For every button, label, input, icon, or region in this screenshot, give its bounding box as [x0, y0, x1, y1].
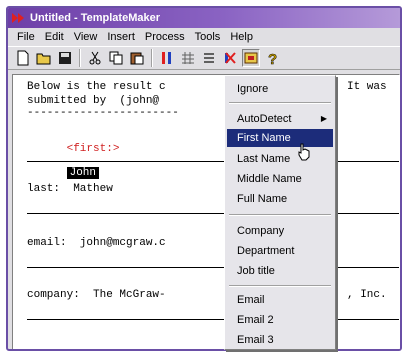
menu-view[interactable]: View — [69, 28, 103, 46]
document-editor[interactable]: Below is the result c It was submitted b… — [12, 74, 400, 349]
save-icon[interactable] — [56, 49, 74, 67]
menu-separator — [229, 102, 331, 104]
menu-edit[interactable]: Edit — [40, 28, 69, 46]
app-window: Untitled - TemplateMaker File Edit View … — [6, 6, 402, 351]
submenu-arrow-icon: ▶ — [320, 114, 327, 123]
menu-item-company[interactable]: Company — [227, 222, 333, 240]
menu-item-last-name[interactable]: Last Name — [227, 150, 333, 168]
menu-item-job-title[interactable]: Job title — [227, 262, 333, 280]
email-field-line: email: john@mcgraw.c — [27, 237, 166, 249]
menu-item-email[interactable]: Email — [227, 291, 333, 309]
company-field-line: company: The McGraw- — [27, 289, 166, 301]
paste-icon[interactable] — [128, 49, 146, 67]
document-line: It was — [347, 81, 387, 93]
menu-item-department[interactable]: Department — [227, 242, 333, 260]
menu-item-autodetect-label: AutoDetect — [237, 113, 292, 125]
separator-line — [27, 319, 399, 320]
menu-insert[interactable]: Insert — [102, 28, 140, 46]
menu-item-ignore[interactable]: Ignore — [227, 80, 333, 98]
field-context-menu: Ignore AutoDetect ▶ First Name Last Name… — [224, 75, 336, 350]
dashed-rule: ----------------------- — [27, 107, 179, 119]
cut-icon[interactable] — [86, 49, 104, 67]
menu-item-email-2[interactable]: Email 2 — [227, 311, 333, 329]
menu-tools[interactable]: Tools — [190, 28, 226, 46]
grid-icon[interactable] — [179, 49, 197, 67]
help-icon[interactable]: ? — [263, 49, 281, 67]
menu-separator — [229, 285, 331, 287]
list-icon[interactable] — [200, 49, 218, 67]
menu-bar: File Edit View Insert Process Tools Help — [8, 28, 400, 46]
last-field-line: last: Mathew — [27, 183, 113, 195]
copy-icon[interactable] — [107, 49, 125, 67]
title-bar[interactable]: Untitled - TemplateMaker — [8, 8, 400, 28]
template-icon[interactable] — [242, 49, 260, 67]
separator-line — [27, 161, 399, 162]
selected-first-value[interactable]: John — [66, 167, 100, 179]
open-folder-icon[interactable] — [35, 49, 53, 67]
separator-line — [27, 267, 399, 268]
toolbar-separator — [79, 49, 81, 67]
document-line: submitted by (john@ — [27, 95, 160, 107]
menu-item-middle-name[interactable]: Middle Name — [227, 170, 333, 188]
menu-file[interactable]: File — [12, 28, 40, 46]
remove-field-icon[interactable] — [221, 49, 239, 67]
menu-item-full-name[interactable]: Full Name — [227, 190, 333, 208]
hand-cursor-icon — [297, 143, 311, 165]
separator-line — [27, 213, 399, 214]
toolbar-separator — [151, 49, 153, 67]
window-title: Untitled - TemplateMaker — [30, 12, 160, 24]
app-icon — [12, 12, 26, 24]
svg-text:?: ? — [268, 51, 277, 66]
field-marker-icon[interactable] — [158, 49, 176, 67]
company-field-tail: , Inc. — [347, 289, 387, 301]
toolbar: ? — [8, 46, 400, 70]
menu-item-first-name[interactable]: First Name — [227, 129, 333, 147]
first-field-tag[interactable]: <first:> — [67, 143, 120, 155]
menu-help[interactable]: Help — [225, 28, 258, 46]
menu-item-email-3[interactable]: Email 3 — [227, 331, 333, 349]
new-document-icon[interactable] — [14, 49, 32, 67]
menu-item-autodetect[interactable]: AutoDetect ▶ — [227, 110, 333, 128]
document-line: Below is the result c — [27, 81, 166, 93]
menu-process[interactable]: Process — [140, 28, 190, 46]
menu-separator — [229, 214, 331, 216]
